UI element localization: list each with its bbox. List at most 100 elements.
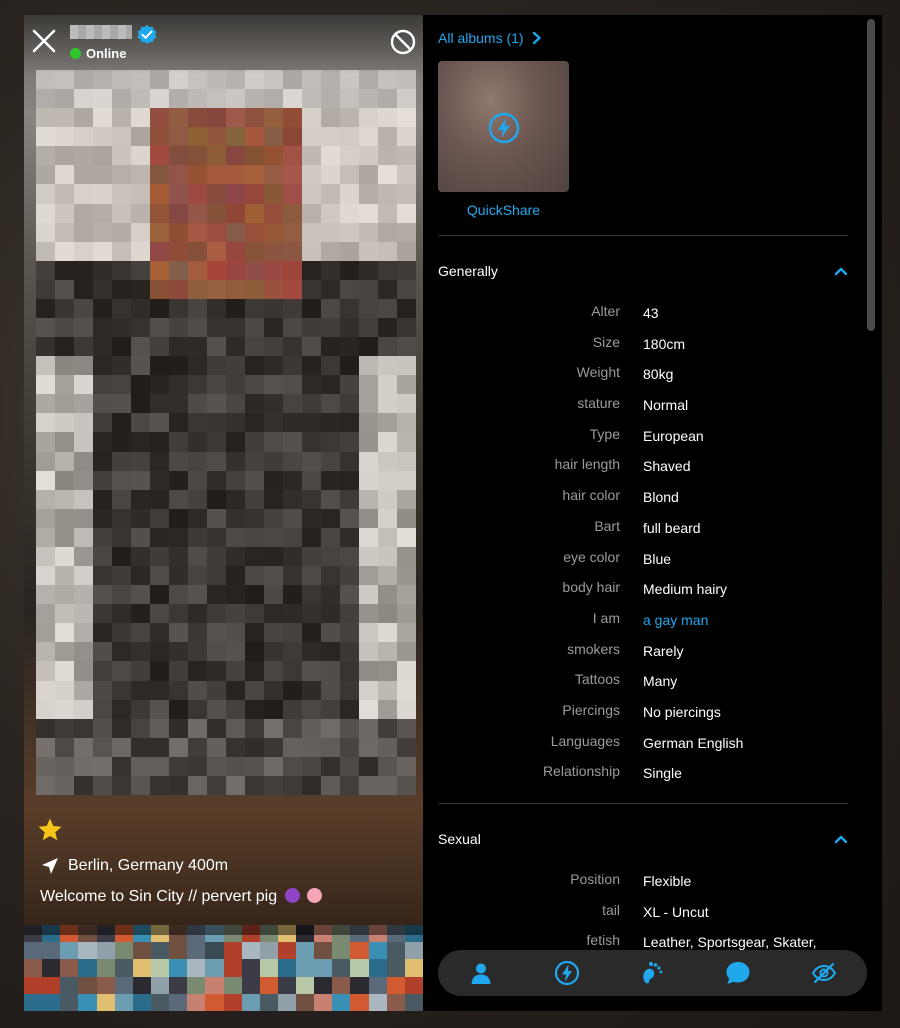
detail-value: Single: [643, 765, 682, 782]
detail-label: Relationship: [542, 763, 620, 780]
headline-text: Welcome to Sin City // pervert pig: [40, 888, 278, 905]
detail-row: Weight 80kg: [423, 364, 882, 395]
detail-row: tail XL - Uncut: [423, 902, 882, 933]
all-albums-link[interactable]: All albums (1): [438, 30, 542, 46]
close-button[interactable]: [30, 27, 58, 55]
scrollbar[interactable]: [867, 19, 875, 331]
detail-row: body hair Medium hairy: [423, 579, 882, 610]
quickshare-label[interactable]: QuickShare: [438, 202, 569, 218]
detail-row: Size 180cm: [423, 334, 882, 365]
detail-row: Piercings No piercings: [423, 702, 882, 733]
lightning-icon: [488, 112, 520, 144]
detail-row: smokers Rarely: [423, 641, 882, 672]
detail-value: Blond: [643, 489, 679, 506]
detail-value: 43: [643, 305, 659, 321]
detail-value: No piercings: [643, 703, 721, 720]
online-dot: [70, 48, 81, 59]
footprint-button[interactable]: [632, 953, 672, 993]
detail-value[interactable]: a gay man: [643, 612, 708, 628]
detail-label: fetish: [586, 932, 620, 949]
chevron-right-icon: [532, 31, 541, 45]
online-label: Online: [86, 46, 127, 61]
detail-value: full beard: [643, 519, 701, 536]
block-icon: [390, 29, 416, 55]
username-redacted: [70, 25, 132, 39]
detail-value: Normal: [643, 397, 689, 414]
pig-emoji-icon: [307, 888, 323, 903]
quickshare-button[interactable]: [547, 953, 587, 993]
detail-row: hair color Blond: [423, 487, 882, 518]
detail-value: Leather, Sportsgear, Skater,: [643, 934, 817, 951]
detail-label: Size: [592, 333, 620, 350]
photo-gallery-strip[interactable]: [24, 925, 423, 1011]
detail-row: Alter 43: [423, 303, 882, 334]
action-bar: [438, 950, 867, 996]
location: Berlin, Germany 400m: [40, 856, 228, 876]
detail-row: Bart full beard: [423, 518, 882, 549]
detail-row: Position Flexible: [423, 871, 882, 902]
section-sexual-header[interactable]: Sexual: [438, 831, 848, 847]
detail-label: Alter: [591, 303, 620, 319]
location-text: Berlin, Germany 400m: [68, 857, 229, 874]
verified-badge-icon: [137, 25, 157, 44]
section-title: Generally: [438, 263, 498, 279]
detail-row: eye color Blue: [423, 549, 882, 580]
chevron-up-icon: [834, 835, 848, 844]
detail-value: Many: [643, 673, 678, 690]
profile-headline: Welcome to Sin City // pervert pig: [40, 888, 323, 906]
detail-value: Rarely: [643, 642, 684, 659]
devil-emoji-icon: [284, 888, 300, 903]
detail-label: hair color: [562, 487, 620, 504]
photo-top-shade: [24, 15, 423, 75]
detail-label: Weight: [576, 364, 620, 381]
hide-icon: [811, 962, 837, 984]
block-button[interactable]: [389, 28, 417, 56]
profile-details-panel[interactable]: All albums (1) QuickShare Generally Alte…: [423, 15, 882, 1011]
detail-value: Medium hairy: [643, 581, 728, 598]
divider: [438, 235, 848, 236]
detail-label: Piercings: [562, 701, 620, 718]
profile-photo[interactable]: Online Berlin, Germany 400m Welcome to S…: [24, 15, 423, 1011]
detail-row: Relationship Single: [423, 763, 882, 794]
detail-label: hair length: [554, 456, 620, 473]
quickshare-album-thumbnail[interactable]: [438, 61, 569, 192]
section-generally-header[interactable]: Generally: [438, 263, 848, 279]
detail-value: 80kg: [643, 366, 674, 383]
close-icon: [32, 29, 56, 53]
detail-label: Type: [589, 425, 620, 442]
profile-modal: Online Berlin, Germany 400m Welcome to S…: [24, 15, 882, 1011]
detail-label: body hair: [562, 579, 620, 596]
detail-value: Flexible: [643, 873, 692, 889]
lightning-icon: [554, 960, 579, 986]
detail-label: tail: [602, 901, 620, 918]
hide-button[interactable]: [804, 953, 844, 993]
detail-label: Tattoos: [574, 671, 620, 688]
detail-label: I am: [592, 609, 620, 626]
detail-row: Languages German English: [423, 733, 882, 764]
detail-label: stature: [577, 395, 620, 412]
detail-value: 180cm: [643, 335, 686, 352]
detail-label: Bart: [594, 517, 620, 534]
chevron-up-icon: [834, 267, 848, 276]
detail-label: Languages: [550, 732, 620, 749]
detail-label: smokers: [567, 640, 620, 657]
chat-icon: [726, 962, 750, 984]
generally-details: Alter 43 Size 180cm Weight 80kg stature Normal T…: [423, 303, 882, 794]
chat-button[interactable]: [718, 953, 758, 993]
detail-label: eye color: [563, 548, 620, 565]
detail-value: Blue: [643, 550, 672, 567]
detail-value: German English: [643, 734, 744, 751]
albums-label: All albums (1): [438, 30, 524, 46]
online-status: Online: [70, 46, 126, 61]
detail-value: Shaved: [643, 458, 691, 475]
detail-label: Position: [570, 871, 620, 887]
detail-row: stature Normal: [423, 395, 882, 426]
detail-row: hair length Shaved: [423, 456, 882, 487]
location-arrow-icon: [42, 858, 58, 874]
divider: [438, 803, 848, 804]
detail-row: I am a gay man: [423, 610, 882, 641]
detail-row: Tattoos Many: [423, 671, 882, 702]
favorite-star-icon[interactable]: [37, 817, 63, 843]
profile-button[interactable]: [461, 953, 501, 993]
section-title: Sexual: [438, 831, 481, 847]
